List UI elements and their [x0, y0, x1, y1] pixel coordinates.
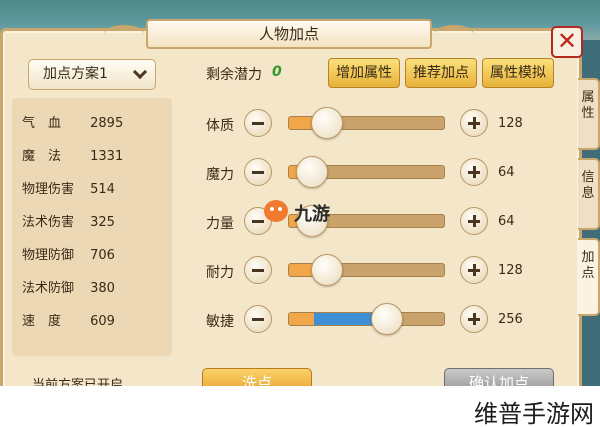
stat-value: 1331: [90, 149, 124, 164]
close-icon: ✕: [556, 27, 578, 55]
minus-icon: [252, 122, 264, 125]
stat-value: 2895: [90, 116, 124, 131]
attr-value-endurance: 128: [498, 263, 523, 278]
minus-icon: [252, 269, 264, 272]
attr-label-agility: 敏捷: [206, 314, 234, 330]
stat-value: 706: [90, 248, 115, 263]
potential-label: 剩余潜力: [206, 67, 262, 83]
minus-icon: [252, 171, 264, 174]
agility-slider-knob[interactable]: [370, 303, 403, 335]
chevron-down-icon: [132, 64, 148, 80]
stat-row-mp: 魔 法 1331: [22, 145, 123, 165]
stat-label: 物理伤害: [22, 182, 75, 197]
stat-value: 380: [90, 281, 115, 296]
agility-slider-track: [288, 312, 445, 326]
decrease-constitution-button[interactable]: [244, 109, 272, 137]
stat-row-speed: 速 度 609: [22, 310, 115, 330]
stat-value: 325: [90, 215, 115, 230]
attr-label-magic: 魔力: [206, 167, 234, 183]
increase-endurance-button[interactable]: [460, 256, 488, 284]
stat-value: 609: [90, 314, 115, 329]
minus-icon: [252, 220, 264, 223]
increase-constitution-button[interactable]: [460, 109, 488, 137]
stat-row-magic-defense: 法术防御 380: [22, 277, 115, 297]
stat-row-physical-defense: 物理防御 706: [22, 244, 115, 264]
watermark-corner: 维普手游网: [474, 400, 594, 427]
increase-agility-button[interactable]: [460, 305, 488, 333]
scheme-label: 加点方案1: [43, 66, 108, 82]
attr-value-constitution: 128: [498, 116, 523, 131]
minus-icon: [252, 318, 264, 321]
stats-panel: 气 血 2895 魔 法 1331 物理伤害 514 法术伤害 325 物理防御…: [12, 98, 172, 356]
increase-magic-button[interactable]: [460, 158, 488, 186]
decrease-endurance-button[interactable]: [244, 256, 272, 284]
endurance-slider-knob[interactable]: [311, 254, 344, 286]
stat-label: 物理防御: [22, 248, 75, 263]
slider-base-fill: [289, 313, 315, 325]
tab-attributes[interactable]: 属性: [578, 78, 600, 150]
tab-add-points[interactable]: 加点: [578, 238, 600, 316]
mascot-icon: [264, 200, 288, 222]
attr-label-constitution: 体质: [206, 118, 234, 134]
watermark-text: 九游: [294, 204, 330, 225]
scheme-dropdown[interactable]: 加点方案1: [28, 59, 156, 90]
stat-label: 魔 法: [22, 149, 62, 164]
attr-value-magic: 64: [498, 165, 515, 180]
decrease-magic-button[interactable]: [244, 158, 272, 186]
add-attribute-button[interactable]: 增加属性: [328, 58, 400, 88]
increase-strength-button[interactable]: [460, 207, 488, 235]
magic-slider-knob[interactable]: [295, 156, 328, 188]
stat-row-magic-damage: 法术伤害 325: [22, 211, 115, 231]
attr-label-endurance: 耐力: [206, 265, 234, 281]
decrease-agility-button[interactable]: [244, 305, 272, 333]
panel-title: 人物加点: [146, 19, 432, 49]
title-ornament-left: [104, 25, 144, 43]
stat-row-physical-damage: 物理伤害 514: [22, 178, 115, 198]
stat-label: 法术伤害: [22, 215, 75, 230]
stat-label: 法术防御: [22, 281, 75, 296]
attr-value-agility: 256: [498, 312, 523, 327]
attr-value-strength: 64: [498, 214, 515, 229]
recommend-points-button[interactable]: 推荐加点: [405, 58, 477, 88]
stat-label: 气 血: [22, 116, 62, 131]
stat-label: 速 度: [22, 314, 62, 329]
simulate-attribute-button[interactable]: 属性模拟: [482, 58, 554, 88]
tab-info[interactable]: 信息: [578, 158, 600, 230]
close-button[interactable]: ✕: [551, 26, 583, 58]
stat-value: 514: [90, 182, 115, 197]
potential-value: 0: [272, 64, 282, 80]
stat-row-hp: 气 血 2895: [22, 112, 123, 132]
attr-label-strength: 力量: [206, 216, 234, 232]
title-ornament-right: [434, 25, 474, 43]
constitution-slider-knob[interactable]: [311, 107, 344, 139]
